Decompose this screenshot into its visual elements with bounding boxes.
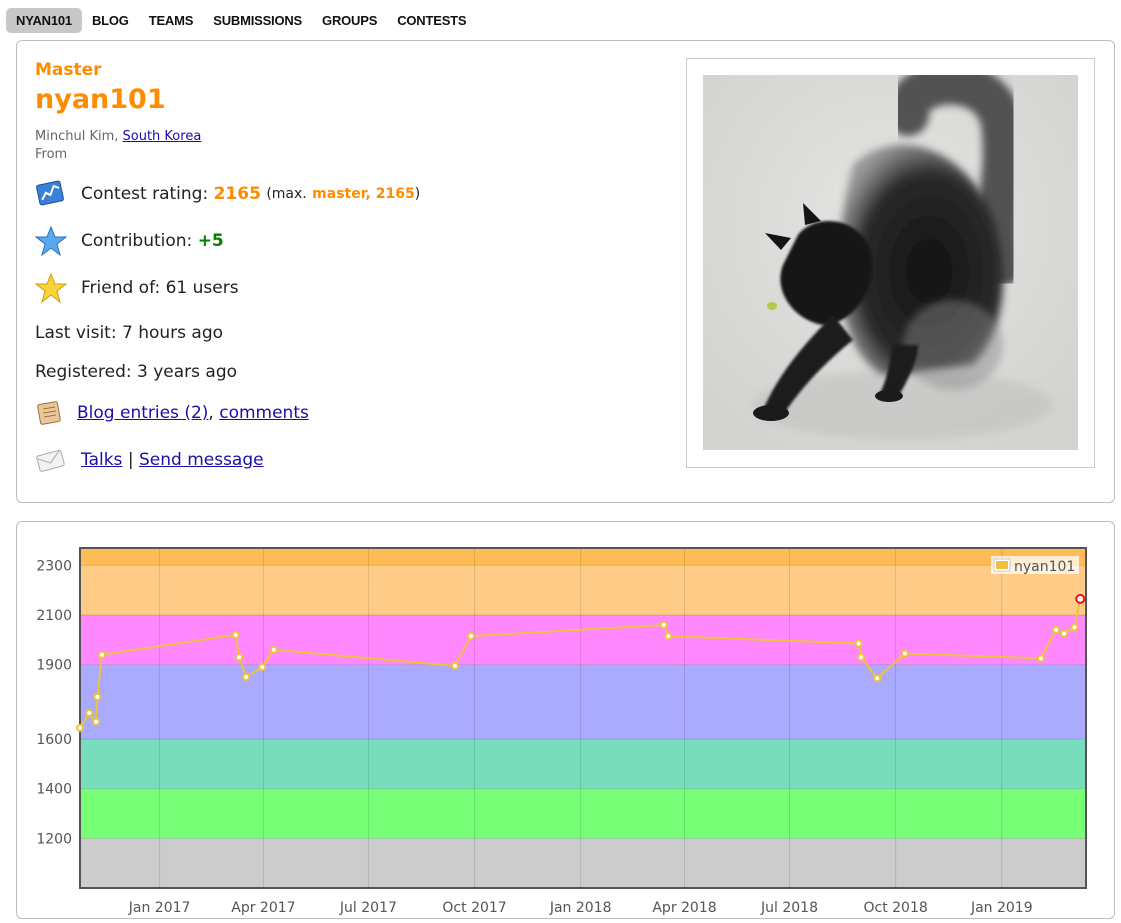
last-visit-text: Last visit: 7 hours ago — [35, 323, 224, 343]
x-tick-label: Jan 2017 — [128, 900, 191, 916]
send-message-link[interactable]: Send message — [139, 450, 264, 470]
friend-row: Friend of: 61 users — [34, 272, 239, 304]
rating-band-6 — [80, 548, 1086, 566]
rating-point — [659, 620, 668, 629]
x-tick-label: Apr 2017 — [231, 900, 295, 916]
max-close: ) — [414, 186, 421, 202]
x-tick-label: Jul 2017 — [339, 900, 397, 916]
legend-swatch — [996, 561, 1008, 569]
rating-point — [242, 673, 251, 682]
real-name-text: Minchul Kim, — [35, 129, 119, 144]
contest-rating-label: Contest rating: — [81, 184, 209, 204]
rating-point — [1052, 625, 1061, 634]
blog-row: Blog entries (2) , comments — [35, 397, 309, 429]
rating-point — [857, 653, 866, 662]
registered-text: Registered: 3 years ago — [35, 362, 238, 382]
rating-point — [93, 692, 102, 701]
envelope-icon — [35, 444, 67, 476]
nav-item-profile[interactable]: NYAN101 — [6, 7, 82, 33]
talks-link[interactable]: Talks — [81, 450, 122, 470]
link-separator: | — [127, 450, 134, 470]
rating-panel: 2300 2100 1900 1600 1400 1200 Jan 2017 Apr 2017… — [16, 521, 1115, 919]
star-gold-icon — [34, 272, 68, 304]
contribution-label: Contribution: — [81, 231, 193, 251]
contest-rating-value: 2165 — [213, 184, 261, 204]
rating-point — [269, 645, 278, 654]
y-tick-label: 2100 — [36, 608, 72, 624]
blog-entries-link[interactable]: Blog entries (2) — [77, 403, 208, 423]
rating-point — [1070, 623, 1079, 632]
nav-item-teams[interactable]: TEAMS — [139, 8, 204, 33]
x-tick-label: Oct 2018 — [863, 900, 927, 916]
rating-point — [1037, 654, 1046, 663]
x-tick-label: Jan 2019 — [970, 900, 1033, 916]
rating-band-5 — [80, 565, 1086, 616]
rating-band-4 — [80, 615, 1086, 665]
nav-item-contests[interactable]: CONTESTS — [387, 8, 476, 33]
rating-point — [85, 709, 94, 718]
rating-chart: 2300 2100 1900 1600 1400 1200 Jan 2017 Apr 2017… — [36, 547, 1087, 916]
rating-point-current — [1075, 593, 1086, 604]
rating-band-2 — [80, 739, 1086, 789]
top-nav: NYAN101 BLOG TEAMS SUBMISSIONS GROUPS CO… — [6, 7, 476, 33]
max-rating-value: master, 2165 — [312, 186, 415, 202]
rating-point — [92, 717, 101, 726]
rating-band-1 — [80, 788, 1086, 839]
legend-label: nyan101 — [1014, 559, 1075, 575]
comma-separator: , — [208, 403, 214, 423]
nav-item-submissions[interactable]: SUBMISSIONS — [203, 8, 312, 33]
y-tick-label: 1400 — [36, 782, 72, 798]
contribution-value: +5 — [197, 231, 224, 251]
user-real-name: Minchul Kim, South Korea — [35, 129, 201, 144]
x-tick-label: Oct 2017 — [442, 900, 506, 916]
talks-row: Talks | Send message — [35, 444, 264, 476]
user-handle: nyan101 — [35, 84, 166, 115]
from-label: From — [35, 147, 68, 162]
avatar — [686, 58, 1095, 468]
rating-point — [258, 663, 267, 672]
blog-icon — [35, 397, 65, 429]
rating-point — [467, 632, 476, 641]
y-tick-label: 1200 — [36, 831, 72, 847]
rating-point — [873, 674, 882, 683]
rating-point — [900, 649, 909, 658]
nav-item-blog[interactable]: BLOG — [82, 8, 139, 33]
user-rank: Master — [35, 60, 102, 80]
contest-rating-row: Contest rating: 2165 (max. master, 2165 … — [35, 178, 420, 210]
x-tick-label: Jul 2018 — [760, 900, 818, 916]
friend-of-text: Friend of: 61 users — [81, 278, 239, 298]
rating-band-0 — [80, 838, 1086, 888]
rating-point — [76, 723, 84, 732]
star-blue-icon — [34, 225, 68, 257]
rating-point — [1060, 629, 1069, 638]
y-tick-label: 2300 — [36, 558, 72, 574]
x-tick-label: Jan 2018 — [549, 900, 612, 916]
comments-link[interactable]: comments — [219, 403, 309, 423]
rating-point — [854, 639, 863, 648]
rating-point — [664, 632, 673, 641]
y-tick-label: 1900 — [36, 658, 72, 674]
rating-point — [231, 630, 240, 639]
rating-band-3 — [80, 664, 1086, 740]
profile-panel: Master nyan101 Minchul Kim, South Korea … — [16, 40, 1115, 503]
rating-point — [450, 661, 459, 670]
max-open: (max. — [266, 186, 307, 202]
nav-item-groups[interactable]: GROUPS — [312, 8, 387, 33]
rating-point — [235, 653, 244, 662]
avatar-image — [703, 75, 1078, 450]
rating-point — [97, 650, 106, 659]
country-link[interactable]: South Korea — [123, 129, 202, 144]
x-tick-label: Apr 2018 — [652, 900, 716, 916]
y-tick-label: 1600 — [36, 732, 72, 748]
contribution-row: Contribution: +5 — [34, 225, 224, 257]
chart-icon — [35, 178, 67, 210]
